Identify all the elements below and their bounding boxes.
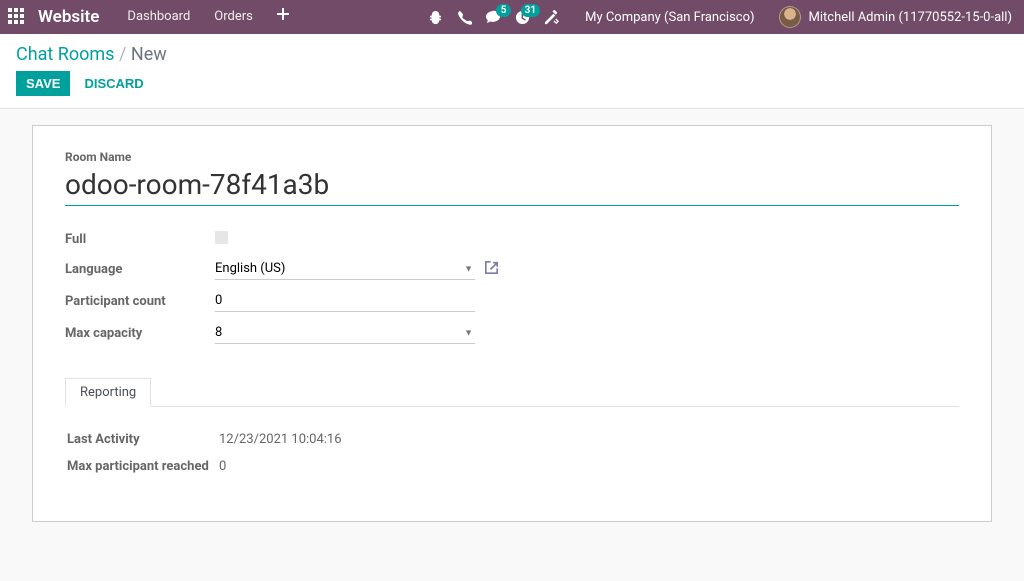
breadcrumb: Chat Rooms / New [16, 44, 1008, 65]
breadcrumb-current: New [131, 44, 167, 65]
main-navbar: Website Dashboard Orders 5 31 My Company… [0, 0, 1024, 34]
debug-icon[interactable] [428, 10, 443, 25]
tab-reporting[interactable]: Reporting [65, 378, 151, 407]
last-activity-label: Last Activity [67, 427, 217, 452]
nav-orders[interactable]: Orders [202, 0, 265, 34]
max-participant-reached-label: Max participant reached [67, 454, 217, 479]
form-view: Room Name Full Language ▼ [0, 109, 1024, 538]
user-menu[interactable]: Mitchell Admin (11770552-15-0-all) [767, 6, 1016, 28]
user-avatar [779, 6, 801, 28]
participant-count-input[interactable] [215, 290, 475, 312]
max-capacity-label: Max capacity [65, 317, 215, 349]
language-label: Language [65, 253, 215, 285]
language-external-link[interactable] [485, 263, 498, 278]
activities-icon[interactable]: 31 [515, 10, 530, 25]
control-panel: Chat Rooms / New Save Discard [0, 34, 1024, 109]
phone-icon[interactable] [457, 10, 472, 25]
plus-icon [277, 8, 289, 20]
room-name-label: Room Name [65, 150, 959, 164]
nav-new-content[interactable] [265, 0, 301, 34]
breadcrumb-parent[interactable]: Chat Rooms [16, 44, 114, 65]
save-button[interactable]: Save [16, 71, 70, 96]
last-activity-value: 12/23/2021 10:04:16 [219, 427, 342, 452]
apps-icon[interactable] [8, 8, 26, 26]
full-label: Full [65, 226, 215, 253]
language-select[interactable] [215, 258, 475, 280]
company-switcher[interactable]: My Company (San Francisco) [573, 10, 766, 25]
activities-badge: 31 [521, 4, 540, 17]
messaging-icon[interactable]: 5 [486, 10, 501, 25]
debug-tools-icon[interactable] [544, 10, 559, 25]
max-participant-reached-value: 0 [219, 454, 342, 479]
messaging-badge: 5 [496, 4, 511, 17]
systray: 5 31 [428, 10, 559, 25]
nav-dashboard[interactable]: Dashboard [115, 0, 202, 34]
breadcrumb-separator: / [119, 44, 131, 65]
app-brand[interactable]: Website [38, 7, 99, 27]
discard-button[interactable]: Discard [74, 71, 153, 96]
full-checkbox[interactable] [215, 231, 228, 244]
max-capacity-select[interactable] [215, 322, 475, 344]
form-sheet: Room Name Full Language ▼ [32, 125, 992, 522]
participant-count-label: Participant count [65, 285, 215, 317]
user-name: Mitchell Admin (11770552-15-0-all) [809, 10, 1012, 25]
external-link-icon [485, 261, 498, 274]
room-name-input[interactable] [65, 166, 959, 206]
notebook-tabs: Reporting [65, 377, 959, 407]
